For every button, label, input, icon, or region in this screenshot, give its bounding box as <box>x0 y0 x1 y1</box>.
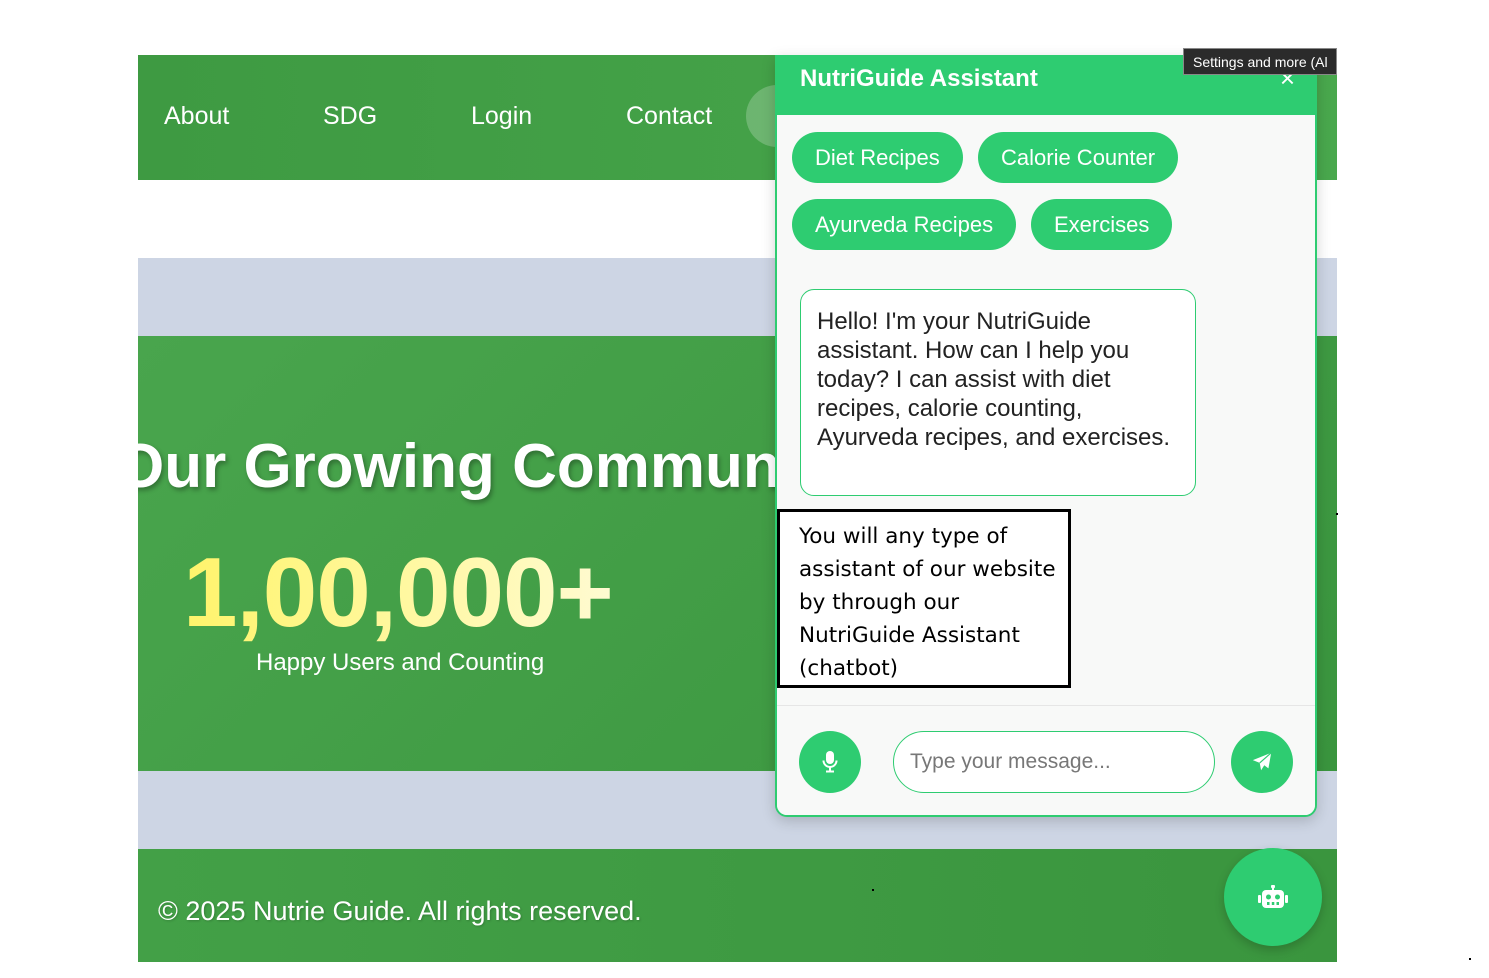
chatbot-toggle-button[interactable] <box>1224 848 1322 946</box>
footer: © 2025 Nutrie Guide. All rights reserved… <box>138 849 1337 962</box>
nav-link-login[interactable]: Login <box>471 102 532 131</box>
nav-link-about[interactable]: About <box>164 102 229 131</box>
user-count: 1,00,000+ <box>183 537 614 647</box>
message-input[interactable] <box>893 731 1215 793</box>
copyright-text: © 2025 Nutrie Guide. All rights reserved… <box>158 896 642 926</box>
nav-link-contact[interactable]: Contact <box>626 102 712 131</box>
nav-link-sdg[interactable]: SDG <box>323 102 377 131</box>
bot-message: Hello! I'm your NutriGuide assistant. Ho… <box>800 289 1196 496</box>
send-button[interactable] <box>1231 731 1293 793</box>
community-title: Our Growing Community <box>138 432 854 501</box>
user-count-caption: Happy Users and Counting <box>256 649 545 676</box>
chatbot-panel: NutriGuide Assistant × Diet Recipes Calo… <box>775 55 1317 817</box>
chip-calorie-counter[interactable]: Calorie Counter <box>978 132 1179 183</box>
microphone-icon <box>822 751 838 773</box>
chip-diet-recipes[interactable]: Diet Recipes <box>792 132 963 183</box>
mic-button[interactable] <box>799 731 861 793</box>
chat-input-bar <box>777 705 1315 815</box>
annotation-callout: You will any type of assistant of our we… <box>777 509 1071 688</box>
stray-mark <box>872 889 874 891</box>
robot-icon <box>1258 885 1288 908</box>
chat-title: NutriGuide Assistant <box>800 65 1038 92</box>
paper-plane-icon <box>1252 752 1272 771</box>
settings-tooltip: Settings and more (Al <box>1183 48 1337 75</box>
chip-ayurveda-recipes[interactable]: Ayurveda Recipes <box>792 199 1017 250</box>
stray-mark <box>1469 958 1471 960</box>
chip-exercises[interactable]: Exercises <box>1031 199 1173 250</box>
stray-mark <box>1336 513 1338 515</box>
